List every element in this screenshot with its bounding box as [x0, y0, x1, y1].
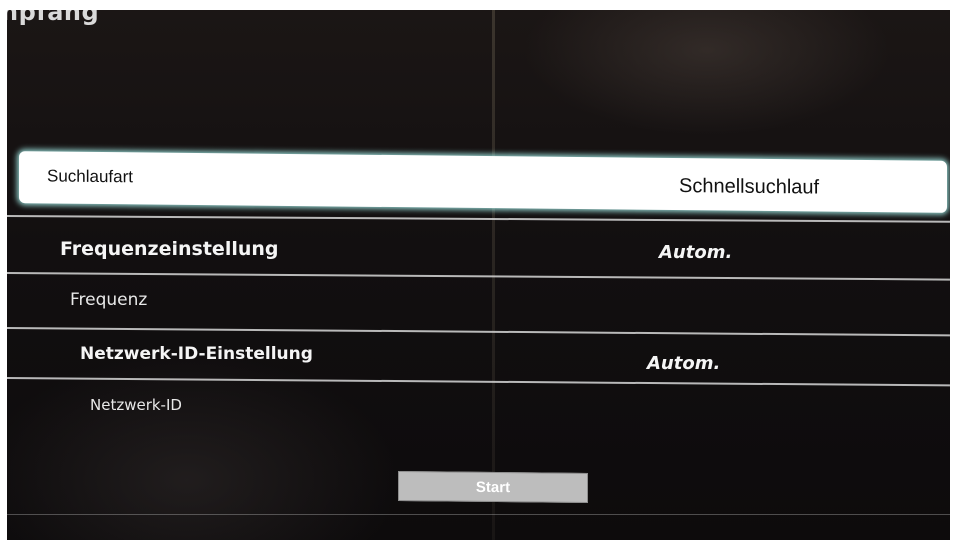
menu-item-value: Schnellsuchlauf	[679, 175, 820, 199]
menu-item-label: Netzwerk-ID-Einstellung	[80, 344, 313, 364]
menu-item-value: Autom.	[659, 242, 733, 263]
menu-item-frequenzeinstellung[interactable]: Frequenzeinstellung Autom.	[7, 220, 950, 276]
menu-item-label: Suchlaufart	[47, 166, 133, 187]
menu-item-suchlaufart[interactable]: Suchlaufart Schnellsuchlauf	[19, 151, 947, 213]
divider	[7, 514, 950, 515]
menu-item-label: Frequenzeinstellung	[60, 238, 279, 260]
menu-item-netzwerk-id[interactable]: Netzwerk-ID	[7, 382, 950, 438]
start-button[interactable]: Start	[398, 471, 588, 503]
menu-item-label: Netzwerk-ID	[90, 396, 182, 414]
screen-title: npfang	[7, 10, 100, 26]
menu-item-label: Frequenz	[70, 290, 148, 310]
menu-item-value: Autom.	[647, 353, 721, 374]
tv-screen: npfang Suchlaufart Schnellsuchlauf Frequ…	[7, 10, 950, 540]
menu-item-frequenz[interactable]: Frequenz	[7, 276, 950, 332]
